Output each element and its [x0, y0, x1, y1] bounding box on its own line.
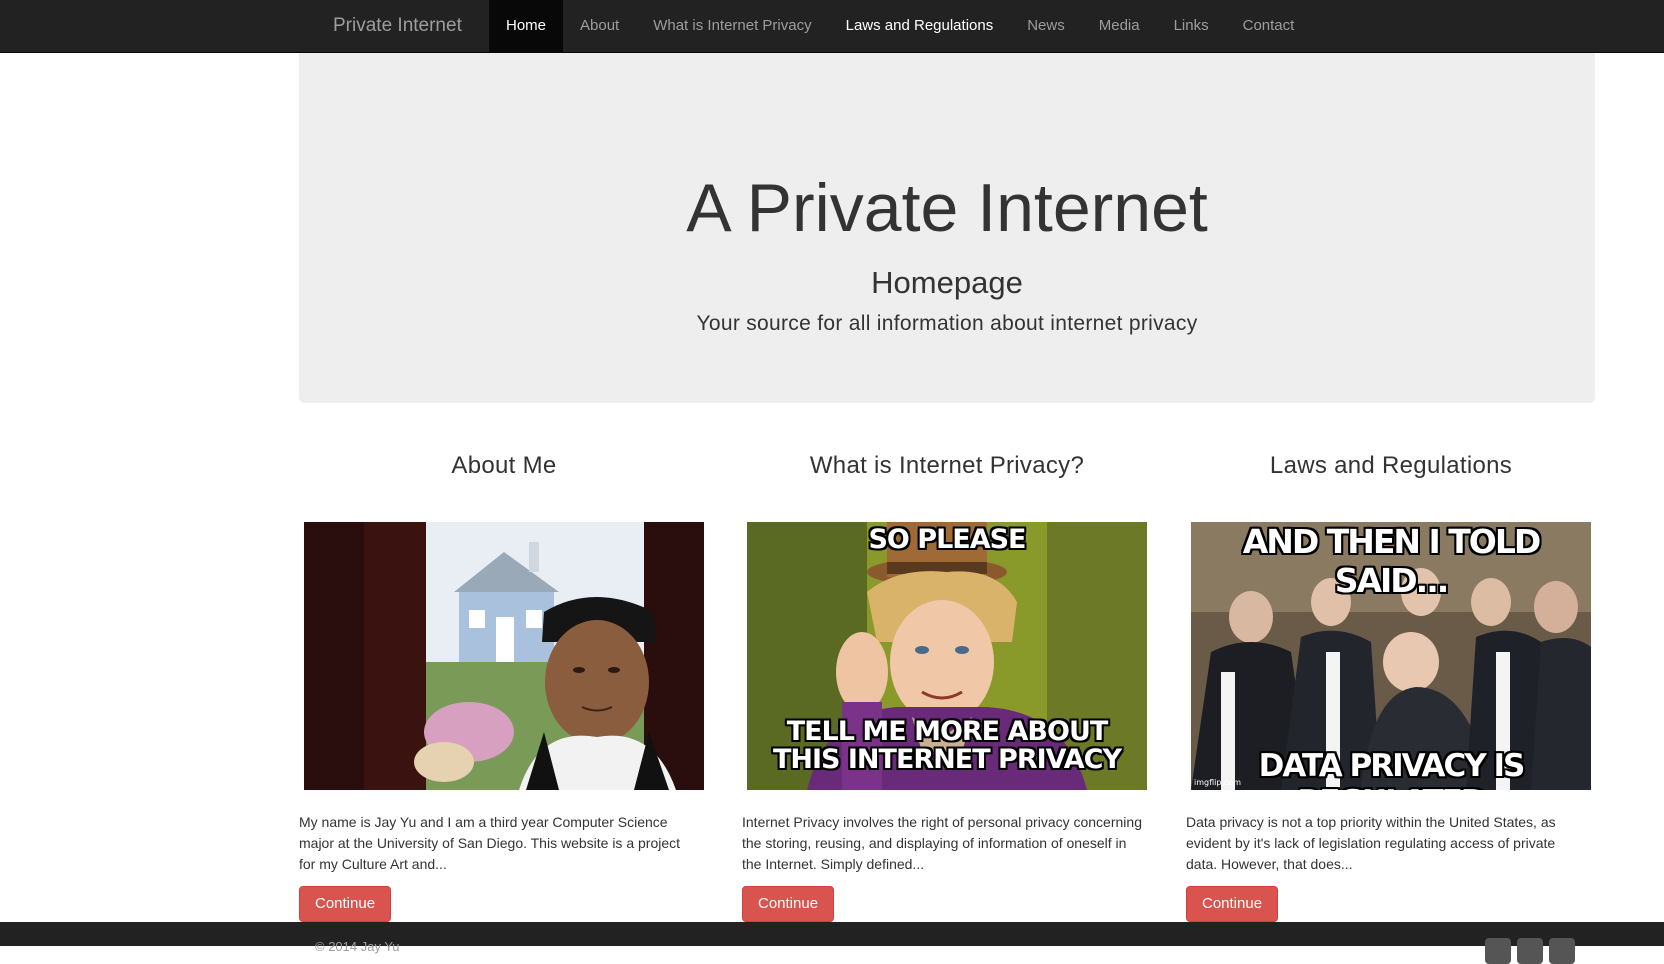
- footer: © 2014 Jay Yu: [0, 922, 1664, 964]
- meme-bottom-caption-line1: TELL ME MORE ABOUT: [786, 716, 1109, 747]
- brand-link[interactable]: Private Internet: [333, 0, 462, 52]
- internet-privacy-column: What is Internet Privacy? SO PLEASE TELL…: [742, 440, 1152, 922]
- about-me-photo: [304, 522, 704, 790]
- continue-button-about[interactable]: Continue: [299, 886, 392, 922]
- footer-copyright: © 2014 Jay Yu: [315, 939, 400, 954]
- nav-contact[interactable]: Contact: [1226, 0, 1312, 52]
- nav-menu: Home About What is Internet Privacy Laws…: [489, 0, 1311, 52]
- column-heading: Laws and Regulations: [1269, 452, 1513, 479]
- hero-lead: Your source for all information about in…: [696, 312, 1198, 335]
- imgflip-watermark: imgflip.com: [1194, 778, 1242, 787]
- meme-top-caption: AND THEN I TOLD SAID...: [1242, 522, 1542, 600]
- hero-jumbotron: A Private Internet Homepage Your source …: [299, 53, 1595, 403]
- column-heading: About Me: [451, 452, 557, 479]
- hero-subtitle: Homepage: [871, 265, 1023, 300]
- nav-home[interactable]: Home: [489, 0, 564, 52]
- column-text: Data privacy is not a top priority withi…: [1186, 814, 1556, 872]
- top-navbar: Private Internet Home About What is Inte…: [0, 0, 1664, 53]
- meme-bottom-caption-line2: THIS INTERNET PRIVACY: [772, 744, 1122, 775]
- nav-news[interactable]: News: [1010, 0, 1082, 52]
- google-plus-icon[interactable]: [1549, 938, 1575, 964]
- continue-button-privacy[interactable]: Continue: [742, 886, 835, 922]
- laughing-men-meme-image: AND THEN I TOLD SAID... DATA PRIVACY IS …: [1191, 522, 1591, 790]
- column-text: My name is Jay Yu and I am a third year …: [299, 814, 681, 872]
- laws-regulations-column: Laws and Regulations AND THEN I TOLD SAI…: [1186, 440, 1596, 922]
- meme-top-caption: SO PLEASE: [868, 524, 1026, 555]
- wonka-meme-image: SO PLEASE TELL ME MORE ABOUT THIS INTERN…: [747, 522, 1147, 790]
- column-heading: What is Internet Privacy?: [809, 452, 1085, 479]
- continue-button-laws[interactable]: Continue: [1186, 886, 1279, 922]
- meme-bottom-caption: DATA PRIVACY IS REGULATED: [1258, 748, 1526, 790]
- column-text: Internet Privacy involves the right of p…: [742, 814, 1142, 872]
- nav-media[interactable]: Media: [1082, 0, 1157, 52]
- facebook-icon[interactable]: [1485, 938, 1511, 964]
- twitter-icon[interactable]: [1517, 938, 1543, 964]
- hero-title: A Private Internet: [686, 170, 1208, 246]
- nav-laws-and-regulations[interactable]: Laws and Regulations: [829, 0, 1011, 52]
- about-me-column: About Me My name is Jay Yu and I am a th…: [299, 440, 709, 922]
- nav-about[interactable]: About: [563, 0, 636, 52]
- nav-links[interactable]: Links: [1157, 0, 1226, 52]
- nav-what-is-internet-privacy[interactable]: What is Internet Privacy: [636, 0, 828, 52]
